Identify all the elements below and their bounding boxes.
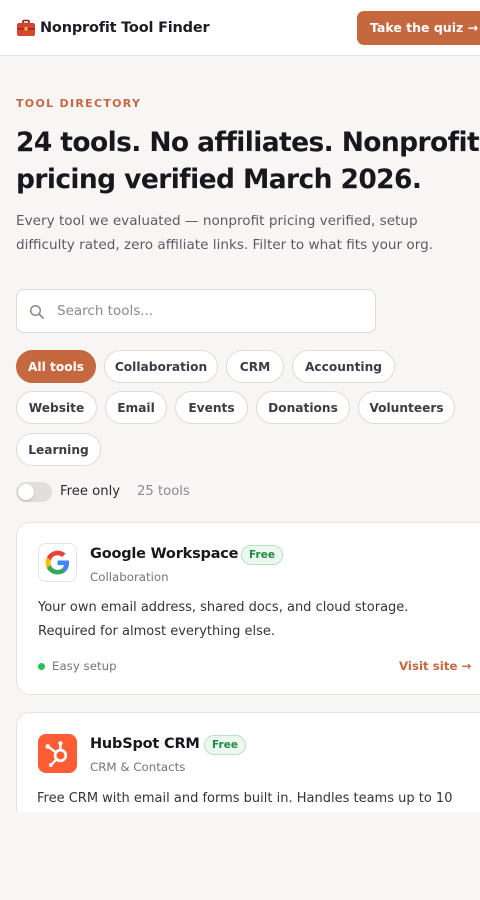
search-icon <box>29 304 44 319</box>
filter-chip-accounting[interactable]: Accounting <box>292 350 395 383</box>
filter-chip-website[interactable]: Website <box>16 391 97 424</box>
tool-name: Google Workspace <box>90 546 239 562</box>
page-title-line1: 24 tools. No affiliates. Nonprofit <box>16 127 480 158</box>
toggle-knob <box>18 484 34 500</box>
tool-description-line1: Free CRM with email and forms built in. … <box>37 791 453 806</box>
free-only-toggle[interactable] <box>16 482 52 502</box>
toolbox-icon <box>17 19 35 36</box>
filter-chip-events[interactable]: Events <box>175 391 248 424</box>
tool-description-line1: Your own email address, shared docs, and… <box>38 600 409 615</box>
filter-chip-all-tools[interactable]: All tools <box>16 350 96 383</box>
tool-card-google-workspace[interactable]: Google Workspace Free Collaboration Your… <box>16 522 480 695</box>
brand[interactable]: Nonprofit Tool Finder <box>16 17 210 39</box>
tool-category: CRM & Contacts <box>90 760 186 774</box>
tool-description: Your own email address, shared docs, and… <box>38 596 438 644</box>
section-eyebrow: TOOL DIRECTORY <box>16 97 142 110</box>
visit-site-link[interactable]: Visit site → <box>399 659 471 673</box>
search-input[interactable] <box>57 290 357 332</box>
brand-name: Nonprofit Tool Finder <box>40 20 210 36</box>
filter-chip-learning[interactable]: Learning <box>16 433 101 466</box>
page-subtitle-line1: Every tool we evaluated — nonprofit pric… <box>16 213 418 229</box>
google-logo-icon <box>38 543 77 582</box>
setup-label: Easy setup <box>52 659 117 673</box>
page-subtitle: Every tool we evaluated — nonprofit pric… <box>16 209 471 257</box>
filter-chip-email[interactable]: Email <box>105 391 167 424</box>
free-badge: Free <box>241 545 283 565</box>
page-title: 24 tools. No affiliates. Nonprofit prici… <box>16 124 480 198</box>
status-dot-icon <box>38 662 45 670</box>
page-bottom-area <box>0 812 480 900</box>
filter-chip-collaboration[interactable]: Collaboration <box>104 350 218 383</box>
hubspot-sprocket-icon <box>45 741 68 767</box>
tool-category: Collaboration <box>90 570 169 584</box>
take-quiz-button[interactable]: Take the quiz → <box>357 11 480 45</box>
tool-description-line2: Required for almost everything else. <box>38 624 276 639</box>
google-g-icon <box>45 550 70 575</box>
filter-chip-donations[interactable]: Donations <box>256 391 350 424</box>
page-title-line2: pricing verified March 2026. <box>16 164 422 195</box>
hubspot-logo-icon <box>38 734 77 773</box>
filter-chip-volunteers[interactable]: Volunteers <box>358 391 455 424</box>
free-only-label: Free only <box>60 484 121 499</box>
tool-description: Free CRM with email and forms built in. … <box>37 787 477 811</box>
tool-name: HubSpot CRM <box>90 736 200 752</box>
setup-difficulty: Easy setup <box>38 659 117 673</box>
filter-chip-crm[interactable]: CRM <box>226 350 284 383</box>
tool-count: 25 tools <box>137 484 190 499</box>
search-box <box>16 289 376 333</box>
free-badge: Free <box>204 735 246 755</box>
top-header: Nonprofit Tool Finder Take the quiz → <box>0 0 480 56</box>
page-subtitle-line2: difficulty rated, zero affiliate links. … <box>16 237 434 253</box>
